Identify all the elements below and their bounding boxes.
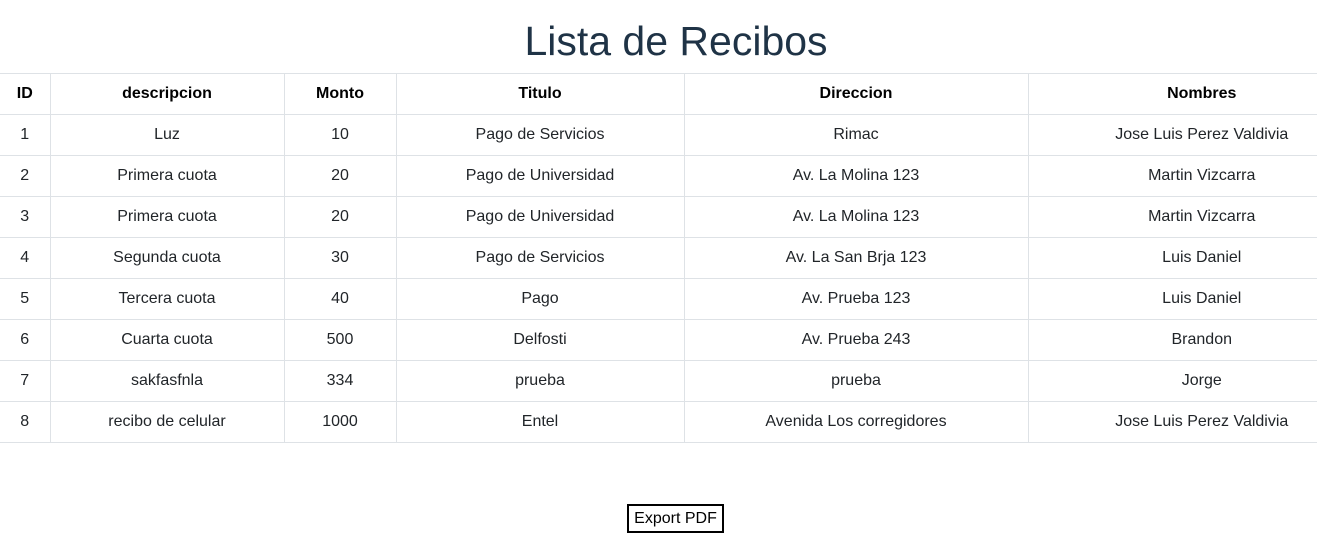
table-row: 1 Luz 10 Pago de Servicios Rimac Jose Lu… — [0, 114, 1317, 156]
cell-descripcion: recibo de celular — [49, 401, 284, 443]
cell-descripcion: Cuarta cuota — [49, 319, 284, 361]
cell-titulo: Delfosti — [395, 319, 684, 361]
table-row: 2 Primera cuota 20 Pago de Universidad A… — [0, 155, 1317, 197]
cell-descripcion: Primera cuota — [49, 196, 284, 238]
cell-direccion: Rimac — [683, 114, 1028, 156]
cell-nombres: Brandon — [1027, 319, 1317, 361]
cell-titulo: Entel — [395, 401, 684, 443]
cell-titulo: Pago de Servicios — [395, 237, 684, 279]
cell-descripcion: Tercera cuota — [49, 278, 284, 320]
cell-descripcion: Luz — [49, 114, 284, 156]
cell-nombres: Jorge — [1027, 360, 1317, 402]
cell-direccion: prueba — [683, 360, 1028, 402]
cell-nombres: Luis Daniel — [1027, 237, 1317, 279]
cell-descripcion: sakfasfnla — [49, 360, 284, 402]
page-title: Lista de Recibos — [524, 18, 828, 64]
cell-id: 1 — [0, 114, 50, 156]
cell-nombres: Martin Vizcarra — [1027, 196, 1317, 238]
cell-titulo: Pago — [395, 278, 684, 320]
column-header-id: ID — [0, 73, 50, 115]
cell-descripcion: Segunda cuota — [49, 237, 284, 279]
cell-id: 4 — [0, 237, 50, 279]
cell-monto: 334 — [283, 360, 396, 402]
cell-monto: 40 — [283, 278, 396, 320]
cell-nombres: Jose Luis Perez Valdivia — [1027, 401, 1317, 443]
cell-titulo: Pago de Universidad — [395, 196, 684, 238]
cell-descripcion: Primera cuota — [49, 155, 284, 197]
column-header-nombres: Nombres — [1027, 73, 1317, 115]
cell-monto: 20 — [283, 155, 396, 197]
cell-nombres: Luis Daniel — [1027, 278, 1317, 320]
table-row: 4 Segunda cuota 30 Pago de Servicios Av.… — [0, 237, 1317, 279]
cell-nombres: Jose Luis Perez Valdivia — [1027, 114, 1317, 156]
cell-direccion: Av. La Molina 123 — [683, 196, 1028, 238]
receipts-table-container: ID descripcion Monto Titulo Direccion No… — [0, 73, 1317, 443]
cell-id: 2 — [0, 155, 50, 197]
column-header-descripcion: descripcion — [49, 73, 284, 115]
export-pdf-button[interactable]: Export PDF — [627, 504, 724, 533]
cell-monto: 1000 — [283, 401, 396, 443]
cell-id: 5 — [0, 278, 50, 320]
cell-titulo: Pago de Universidad — [395, 155, 684, 197]
cell-id: 8 — [0, 401, 50, 443]
cell-monto: 30 — [283, 237, 396, 279]
cell-titulo: prueba — [395, 360, 684, 402]
cell-id: 7 — [0, 360, 50, 402]
column-header-direccion: Direccion — [683, 73, 1028, 115]
cell-monto: 10 — [283, 114, 396, 156]
cell-titulo: Pago de Servicios — [395, 114, 684, 156]
table-row: 8 recibo de celular 1000 Entel Avenida L… — [0, 401, 1317, 443]
cell-direccion: Av. Prueba 243 — [683, 319, 1028, 361]
table-row: 5 Tercera cuota 40 Pago Av. Prueba 123 L… — [0, 278, 1317, 320]
column-header-titulo: Titulo — [395, 73, 684, 115]
cell-direccion: Avenida Los corregidores — [683, 401, 1028, 443]
cell-direccion: Av. Prueba 123 — [683, 278, 1028, 320]
cell-nombres: Martin Vizcarra — [1027, 155, 1317, 197]
table-row: 3 Primera cuota 20 Pago de Universidad A… — [0, 196, 1317, 238]
cell-direccion: Av. La San Brja 123 — [683, 237, 1028, 279]
receipts-table: ID descripcion Monto Titulo Direccion No… — [0, 73, 1317, 443]
cell-monto: 500 — [283, 319, 396, 361]
cell-id: 3 — [0, 196, 50, 238]
column-header-monto: Monto — [283, 73, 396, 115]
cell-direccion: Av. La Molina 123 — [683, 155, 1028, 197]
table-row: 7 sakfasfnla 334 prueba prueba Jorge — [0, 360, 1317, 402]
table-row: 6 Cuarta cuota 500 Delfosti Av. Prueba 2… — [0, 319, 1317, 361]
cell-id: 6 — [0, 319, 50, 361]
cell-monto: 20 — [283, 196, 396, 238]
table-header-row: ID descripcion Monto Titulo Direccion No… — [0, 73, 1317, 115]
